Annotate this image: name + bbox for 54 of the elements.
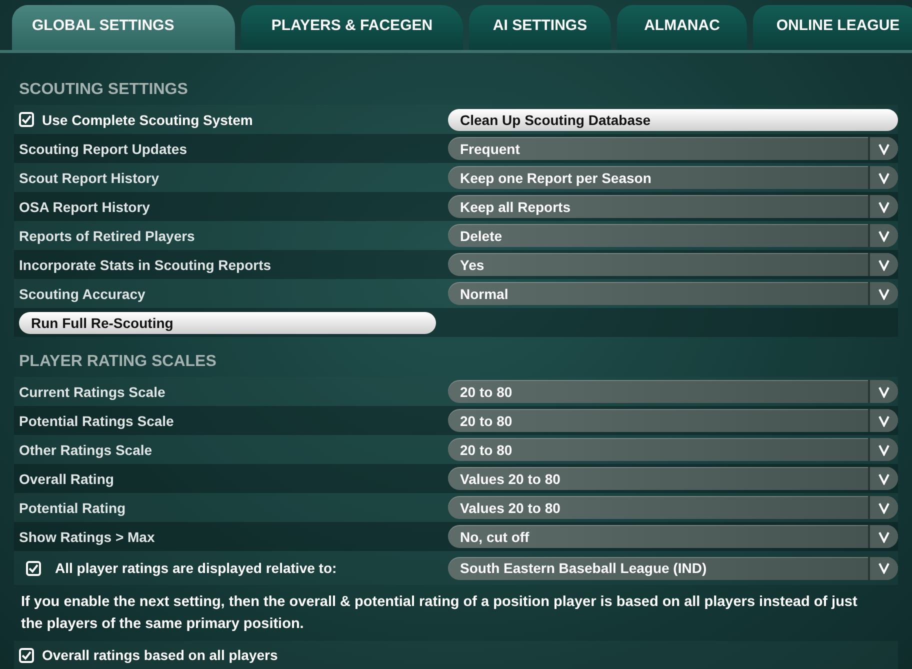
caret-icon [878,200,890,212]
caret-icon [878,172,890,184]
tab[interactable]: GLOBAL SETTINGS [12,5,235,50]
caret-icon [878,444,890,456]
setting-label: Potential Ratings Scale [19,412,174,428]
dropdown[interactable]: 20 to 80 [448,438,898,461]
setting-label: Current Ratings Scale [19,384,166,400]
caret-icon [878,142,890,154]
tab[interactable]: ONLINE LEAGUE [753,5,912,50]
checkbox-label: Overall ratings based on all players [42,647,278,663]
dropdown[interactable]: South Eastern Baseball League (IND) [448,556,898,580]
dropdown[interactable]: Keep all Reports [448,195,898,218]
caret-icon [878,386,890,398]
checkbox-label: Use Complete Scouting System [42,112,253,128]
setting-label: Scouting Accuracy [19,286,146,302]
caret-icon [878,562,890,574]
tab[interactable]: AI SETTINGS [469,5,611,50]
caret-icon [878,502,890,514]
dropdown[interactable]: Normal [448,282,898,305]
dropdown[interactable]: Delete [448,224,898,247]
setting-label: Incorporate Stats in Scouting Reports [19,256,272,272]
setting-label: Show Ratings > Max [19,528,155,544]
dropdown[interactable]: Frequent [448,137,898,160]
caret-icon [878,472,890,484]
setting-label: Scouting Report Updates [19,140,188,156]
caret-icon [878,258,890,270]
setting-label: Reports of Retired Players [19,228,195,244]
dropdown[interactable]: Values 20 to 80 [448,467,898,490]
dropdown[interactable]: No, cut off [448,525,898,548]
setting-label: Potential Rating [19,500,126,516]
section-title: SCOUTING SETTINGS [18,80,189,100]
caret-icon [878,288,890,300]
section-title: PLAYER RATING SCALES [18,352,218,372]
info-text: If you enable the next setting, then the overall & potential rating of a position player is based on all players instead of just the players of the same primary position. [20,593,858,634]
dropdown[interactable]: 20 to 80 [448,409,898,432]
setting-label: OSA Report History [19,198,150,214]
setting-label: Scout Report History [19,170,160,186]
checkbox[interactable] [26,560,41,576]
setting-label: Other Ratings Scale [19,442,152,458]
tab[interactable]: PLAYERS & FACEGEN [241,5,463,50]
dropdown[interactable]: Yes [448,253,898,276]
dropdown[interactable]: Keep one Report per Season [448,166,898,189]
caret-icon [878,230,890,242]
checkbox[interactable] [19,112,34,127]
checkbox[interactable] [19,648,34,662]
dropdown[interactable]: 20 to 80 [448,380,898,403]
checkbox-label: All player ratings are displayed relative to: [55,560,337,576]
dropdown[interactable]: Values 20 to 80 [448,496,898,519]
re-scouting-button[interactable]: Run Full Re-Scouting [19,312,436,334]
setting-label: Overall Rating [19,470,114,486]
clean-up-button[interactable]: Clean Up Scouting Database [448,108,898,130]
tab[interactable]: ALMANAC [617,5,747,50]
caret-icon [878,530,890,542]
caret-icon [878,414,890,426]
